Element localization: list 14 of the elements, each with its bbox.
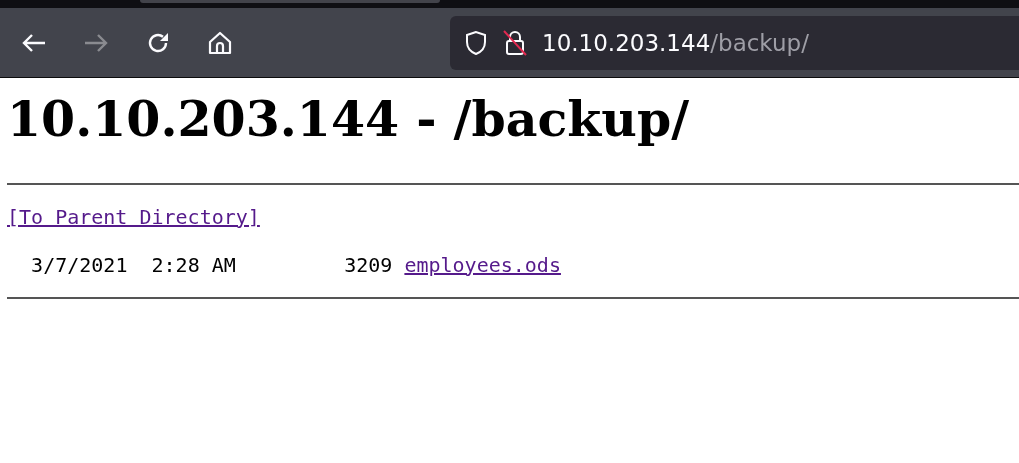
url-path: /backup/ xyxy=(710,29,809,56)
home-icon xyxy=(207,29,233,56)
file-date: 3/7/2021 xyxy=(31,252,128,277)
shield-icon xyxy=(464,29,488,56)
back-arrow-icon xyxy=(21,31,47,54)
url-host: 10.10.203.144 xyxy=(542,29,711,56)
parent-directory-link[interactable]: [To Parent Directory] xyxy=(7,204,260,229)
address-bar[interactable]: 10.10.203.144/backup/ xyxy=(450,15,1019,70)
file-time: 2:28 AM xyxy=(151,252,236,277)
file-link[interactable]: employees.ods xyxy=(404,252,561,277)
insecure-lock-icon xyxy=(502,28,528,57)
forward-arrow-icon xyxy=(83,31,109,54)
file-size: 3209 xyxy=(344,252,393,277)
page-heading: 10.10.203.144 - /backup/ xyxy=(7,90,691,149)
